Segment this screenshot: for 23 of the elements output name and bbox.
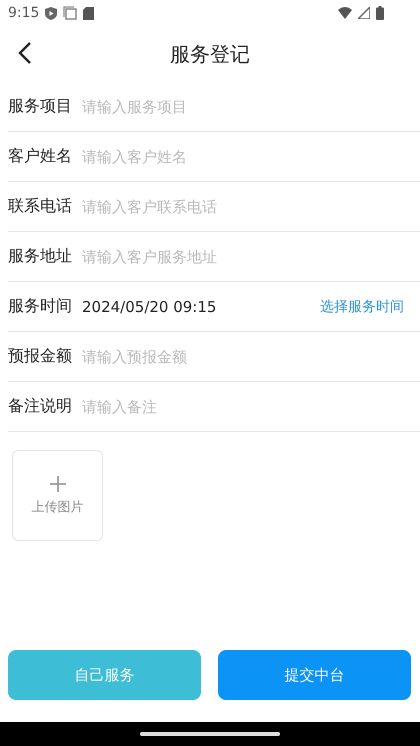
status-time: 9:15 — [8, 5, 40, 21]
action-button[interactable]: 自己服务 — [8, 650, 201, 700]
field-label: 备注说明 — [8, 396, 73, 417]
field-label: 服务时间 — [8, 296, 73, 317]
signal-icon — [358, 7, 370, 19]
field-label: 联系电话 — [8, 196, 73, 217]
field-label: 预报金额 — [8, 346, 73, 367]
wifi-icon — [338, 7, 352, 19]
shield-icon — [45, 6, 58, 20]
window-icon — [63, 6, 78, 20]
field-label: 客户姓名 — [8, 146, 73, 167]
field-value: 2024/05/20 09:15 — [82, 298, 218, 316]
select-time-link[interactable]: 选择服务时间 — [320, 298, 404, 316]
submit-button[interactable]: 提交中台 — [218, 650, 411, 700]
battery-icon — [376, 6, 384, 20]
back-icon — [18, 42, 32, 64]
back-button[interactable] — [18, 42, 32, 64]
plus-icon — [50, 476, 66, 492]
page-title: 服务登记 — [170, 40, 250, 68]
field-label: 服务地址 — [8, 246, 73, 267]
field-label: 服务项目 — [8, 96, 73, 117]
upload-image-button[interactable]: 上传图片 — [12, 450, 103, 541]
sd-card-icon — [83, 6, 94, 20]
